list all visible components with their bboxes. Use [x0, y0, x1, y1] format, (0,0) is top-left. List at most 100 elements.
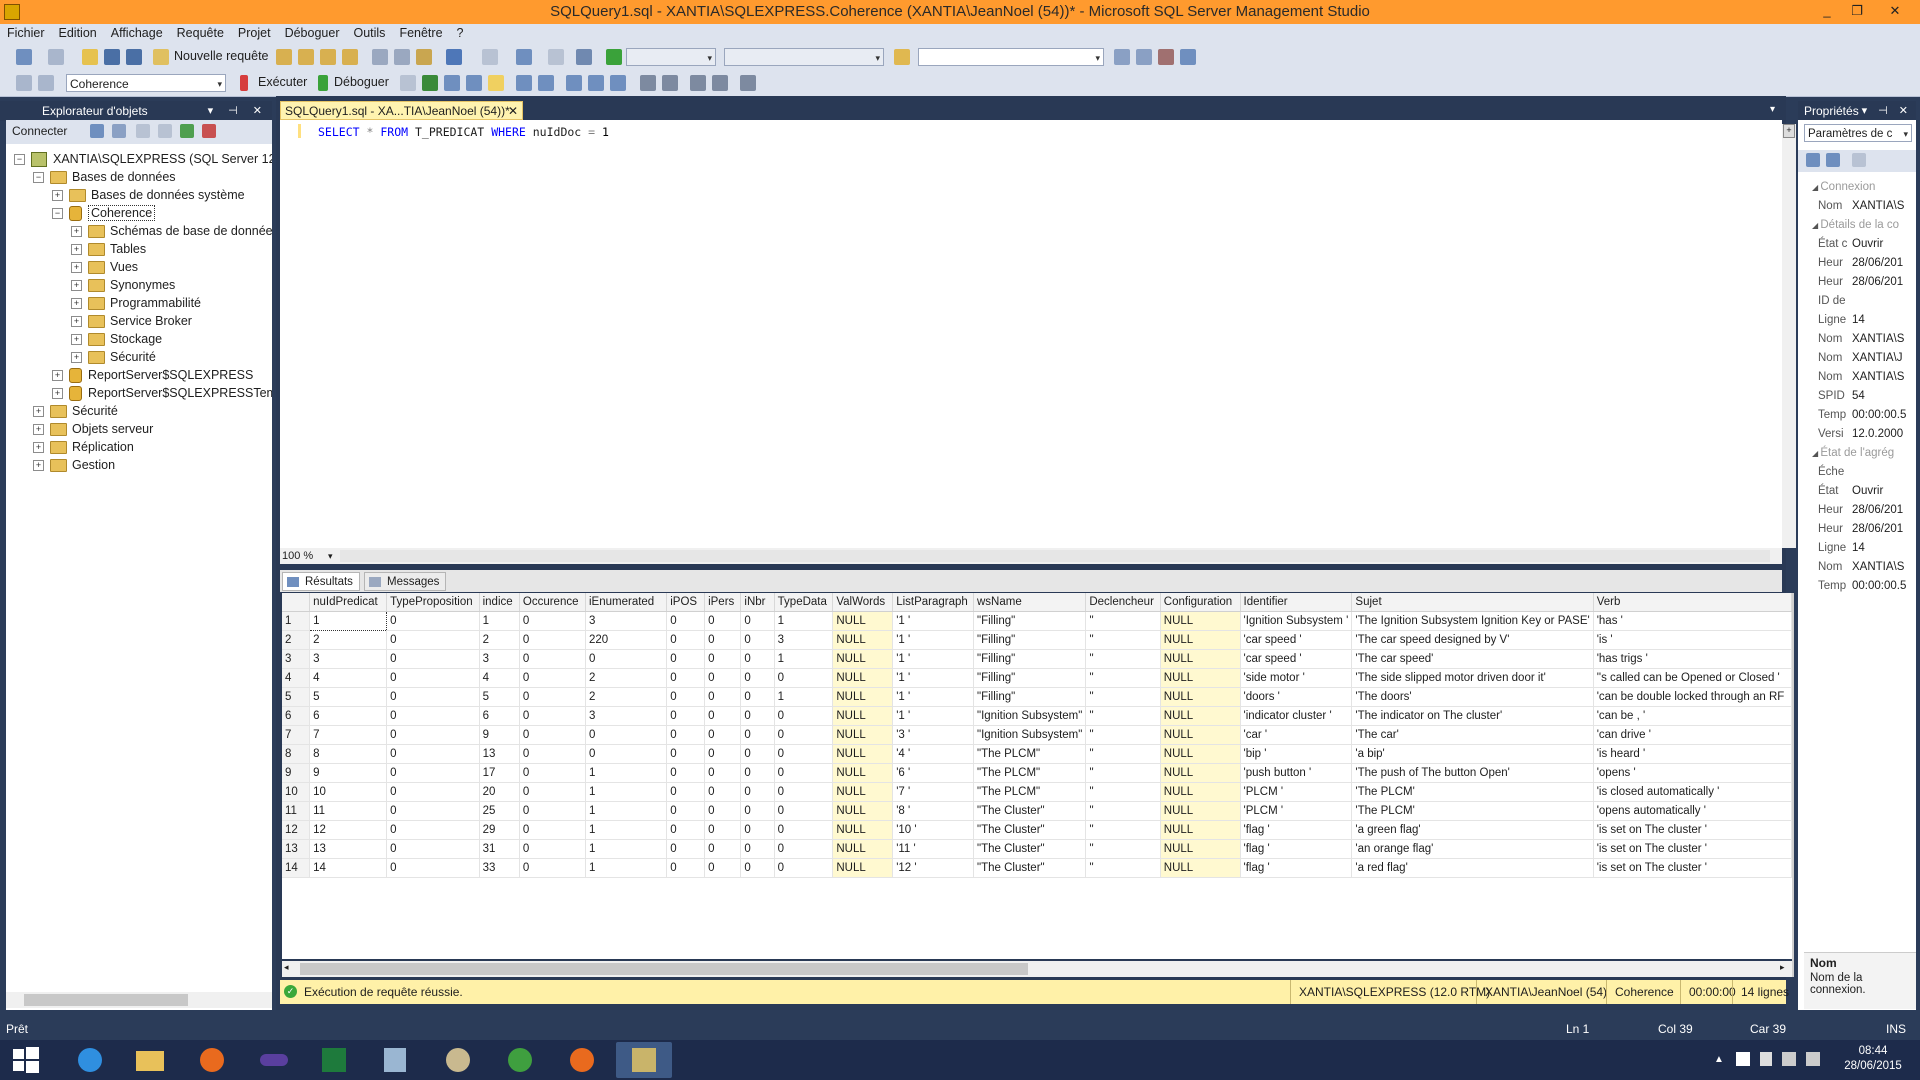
parse-icon[interactable]: [422, 75, 438, 91]
find-icon[interactable]: [548, 49, 564, 65]
property-row[interactable]: Nom XANTIA\S: [1818, 368, 1918, 387]
grid-cell[interactable]: 2: [479, 630, 520, 650]
tree-node[interactable]: − Coherence: [52, 204, 156, 222]
results-text-icon[interactable]: [566, 75, 582, 91]
expand-icon[interactable]: +: [33, 406, 44, 418]
grid-cell[interactable]: '': [1085, 763, 1161, 783]
grid-cell[interactable]: 0: [666, 706, 706, 726]
grid-cell[interactable]: NULL: [832, 630, 894, 650]
tab-list-dropdown-icon[interactable]: ▾: [1770, 104, 1782, 116]
grid-cell[interactable]: 0: [740, 706, 775, 726]
grid-cell[interactable]: 14: [309, 858, 388, 878]
grid-cell[interactable]: 'The Ignition Subsystem Ignition Key or …: [1351, 611, 1594, 631]
dmx-query-icon[interactable]: [342, 49, 358, 65]
property-row[interactable]: Heur 28/06/201: [1818, 273, 1918, 292]
estimated-plan-icon[interactable]: [444, 75, 460, 91]
tray-arrow-icon[interactable]: ▲: [1714, 1054, 1724, 1065]
results-grid[interactable]: nuIdPredicat TypeProposition indice Occuren…: [282, 593, 1792, 959]
row-header[interactable]: 2: [282, 630, 311, 650]
row-header[interactable]: 14: [282, 858, 311, 878]
grid-cell[interactable]: 0: [666, 858, 706, 878]
row-header[interactable]: 6: [282, 706, 311, 726]
tray-flag-icon[interactable]: [1760, 1052, 1772, 1066]
internet-explorer-icon[interactable]: [62, 1042, 118, 1078]
grid-cell[interactable]: "Filling": [973, 630, 1087, 650]
connect-dropdown[interactable]: Connecter: [12, 124, 67, 138]
grid-cell[interactable]: 0: [666, 668, 706, 688]
grid-cell[interactable]: 'PLCM ': [1240, 801, 1353, 821]
query-designer-icon[interactable]: [466, 75, 482, 91]
analysis-query-icon[interactable]: [298, 49, 314, 65]
table-row[interactable]: 10 10 0 20 0 1 0 0 0 0 NULL '7 ' "The PLCM" '' NULL 'PL…: [282, 782, 1792, 802]
tab-results[interactable]: Résultats: [282, 572, 360, 591]
doc-tab-close-icon[interactable]: ✕: [508, 102, 518, 120]
client-stats-icon[interactable]: [538, 75, 554, 91]
grid-cell[interactable]: 'an orange flag': [1351, 839, 1594, 859]
grid-cell[interactable]: '3 ': [892, 725, 974, 745]
tab-sqlquery1[interactable]: SQLQuery1.sql - XA...TIA\JeanNoel (54))*…: [280, 101, 523, 120]
property-row[interactable]: Nom XANTIA\S: [1818, 197, 1918, 216]
grid-cell[interactable]: '': [1085, 801, 1161, 821]
expand-icon[interactable]: +: [71, 298, 82, 310]
grid-cell[interactable]: 0: [774, 668, 834, 688]
properties-object-select[interactable]: Paramètres de c ▾: [1804, 124, 1912, 142]
tab-messages[interactable]: Messages: [364, 572, 447, 591]
grid-cell[interactable]: "The Cluster": [973, 839, 1087, 859]
table-row[interactable]: 13 13 0 31 0 1 0 0 0 0 NULL '11 ' "The Cluster" '' NUL…: [282, 839, 1792, 859]
grid-cell[interactable]: 0: [774, 725, 834, 745]
grid-cell[interactable]: 'is set on The cluster ': [1593, 858, 1792, 878]
table-row[interactable]: 8 8 0 13 0 0 0 0 0 0 NULL '4 ' "The PLCM" '' NULL'bip …: [282, 744, 1792, 764]
table-row[interactable]: 3 3 0 3 0 0 0 0 0 1 NULL '1 ' "Filling" '' NULL'car sp…: [282, 649, 1792, 669]
add-item-icon[interactable]: [48, 49, 64, 65]
grid-cell[interactable]: 0: [666, 744, 706, 764]
grid-cell[interactable]: 0: [740, 763, 775, 783]
grid-cell[interactable]: '4 ': [892, 744, 974, 764]
row-header[interactable]: 5: [282, 687, 311, 707]
row-header[interactable]: 7: [282, 725, 311, 745]
column-header[interactable]: Declencheur: [1085, 593, 1161, 612]
zoom-dropdown-icon[interactable]: ▾: [328, 548, 333, 564]
editor-vscroll[interactable]: +: [1782, 124, 1796, 548]
stop-icon[interactable]: [136, 124, 150, 138]
table-row[interactable]: 7 7 0 9 0 0 0 0 0 0 NULL '3 ' "Ignition Subsystem" ''…: [282, 725, 1792, 745]
find-in-files-icon[interactable]: [894, 49, 910, 65]
grid-cell[interactable]: 0: [666, 782, 706, 802]
grid-cell[interactable]: '': [1085, 649, 1161, 669]
column-header[interactable]: nuIdPredicat: [309, 593, 388, 612]
grid-cell[interactable]: 0: [666, 763, 706, 783]
grid-cell[interactable]: 0: [386, 820, 480, 840]
object-explorer-icon[interactable]: [1114, 49, 1130, 65]
tree-node[interactable]: + Objets serveur: [33, 420, 153, 438]
grid-cell[interactable]: 'opens automatically ': [1593, 801, 1792, 821]
row-header[interactable]: 12: [282, 820, 311, 840]
grid-cell[interactable]: 'Ignition Subsystem ': [1240, 611, 1353, 631]
grid-cell[interactable]: 0: [740, 725, 775, 745]
tray-windows-icon[interactable]: [1736, 1052, 1750, 1066]
grid-cell[interactable]: '': [1085, 630, 1161, 650]
execute-button[interactable]: Exécuter: [258, 75, 307, 89]
save-all-icon[interactable]: [126, 49, 142, 65]
grid-cell[interactable]: 'The indicator on The cluster': [1351, 706, 1594, 726]
grid-cell[interactable]: 6: [309, 706, 388, 726]
grid-cell[interactable]: 0: [774, 820, 834, 840]
grid-cell[interactable]: 0: [666, 820, 706, 840]
activity-monitor-icon[interactable]: [202, 124, 216, 138]
grid-cell[interactable]: 0: [585, 649, 668, 669]
grid-cell[interactable]: 0: [666, 839, 706, 859]
grid-cell[interactable]: 0: [666, 801, 706, 821]
table-row[interactable]: 4 4 0 4 0 2 0 0 0 0 NULL '1 ' "Filling" '' NULL'side m…: [282, 668, 1792, 688]
tree-node[interactable]: + Stockage: [71, 330, 162, 348]
grid-cell[interactable]: 0: [774, 858, 834, 878]
grid-cell[interactable]: 1: [585, 858, 668, 878]
grid-cell[interactable]: 1: [479, 611, 520, 631]
expand-icon[interactable]: +: [71, 244, 82, 256]
property-row[interactable]: Nom XANTIA\S: [1818, 558, 1918, 577]
filter-icon[interactable]: [158, 124, 172, 138]
row-header[interactable]: 3: [282, 649, 311, 669]
grid-cell[interactable]: 'bip ': [1240, 744, 1353, 764]
firefox-icon[interactable]: [184, 1042, 240, 1078]
grid-cell[interactable]: 0: [666, 687, 706, 707]
column-header[interactable]: iEnumerated: [585, 593, 668, 612]
grid-cell[interactable]: 0: [386, 611, 480, 631]
grid-cell[interactable]: '': [1085, 820, 1161, 840]
